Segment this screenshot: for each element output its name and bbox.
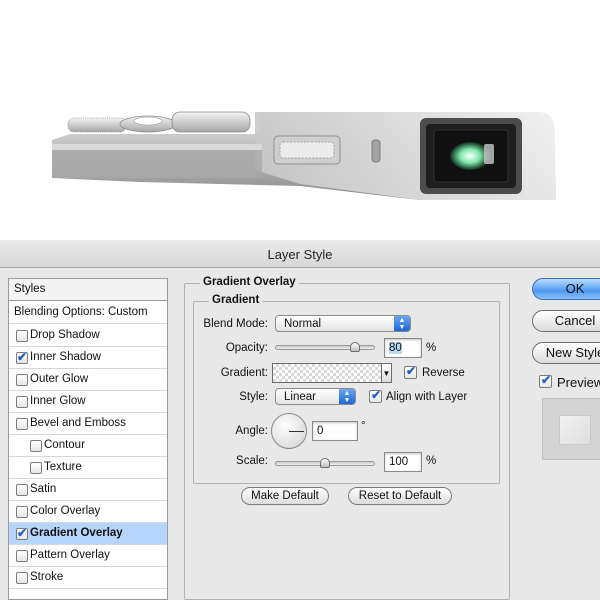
angle-field[interactable]: 0 — [312, 421, 358, 441]
style-preview-box — [542, 398, 600, 460]
color-overlay-checkbox[interactable] — [16, 506, 28, 518]
color-overlay-label: Color Overlay — [30, 505, 101, 517]
styles-item-drop-shadow[interactable]: Drop Shadow — [9, 325, 167, 347]
canvas-artwork — [0, 0, 600, 240]
styles-item-outer-glow[interactable]: Outer Glow — [9, 369, 167, 391]
cancel-button[interactable]: Cancel — [532, 310, 600, 332]
gradient-overlay-label: Gradient Overlay — [30, 527, 123, 539]
opacity-unit: % — [426, 342, 437, 354]
checkmark-icon: ✔ — [17, 350, 28, 364]
styles-item-gradient-overlay[interactable]: ✔ Gradient Overlay — [9, 523, 167, 545]
checkmark-icon: ✔ — [371, 388, 382, 402]
make-default-button[interactable]: Make Default — [241, 487, 329, 505]
styles-item-satin[interactable]: Satin — [9, 479, 167, 501]
gradient-dropdown-icon[interactable]: ▼ — [381, 363, 392, 383]
stroke-checkbox[interactable] — [16, 572, 28, 584]
styles-list: Styles Blending Options: Custom Drop Sha… — [8, 278, 168, 600]
style-label: Style: — [239, 391, 268, 403]
layer-style-dialog: Layer Style Styles Blending Options: Cus… — [0, 240, 600, 600]
bevel-emboss-label: Bevel and Emboss — [30, 417, 126, 429]
styles-item-stroke[interactable]: Stroke — [9, 567, 167, 589]
reset-to-default-button[interactable]: Reset to Default — [348, 487, 452, 505]
preview-checkbox[interactable]: ✔ — [539, 373, 552, 388]
inner-glow-label: Inner Glow — [30, 395, 86, 407]
angle-dial[interactable] — [271, 413, 307, 449]
ok-button[interactable]: OK — [532, 278, 600, 300]
drop-shadow-label: Drop Shadow — [30, 329, 100, 341]
drop-shadow-checkbox[interactable] — [16, 330, 28, 342]
gradient-preview-swatch[interactable] — [272, 363, 382, 383]
checkmark-icon: ✔ — [17, 526, 28, 540]
inner-glow-checkbox[interactable] — [16, 396, 28, 408]
align-with-layer-checkbox[interactable]: ✔ — [369, 388, 382, 403]
gradient-group-title: Gradient — [209, 294, 263, 306]
popup-arrows-icon: ▲ ▼ — [394, 316, 410, 331]
align-with-layer-label: Align with Layer — [386, 391, 468, 403]
style-popup[interactable]: Linear ▲ ▼ — [275, 388, 356, 405]
camera-top-illustration — [52, 111, 556, 200]
scale-value: 100 — [389, 456, 409, 468]
preview-label: Preview — [557, 375, 600, 390]
dialog-title: Layer Style — [267, 247, 333, 262]
dialog-titlebar[interactable]: Layer Style — [0, 240, 600, 268]
angle-unit: ° — [361, 420, 366, 432]
pattern-overlay-label: Pattern Overlay — [30, 549, 110, 561]
texture-label: Texture — [44, 461, 82, 473]
blend-mode-label: Blend Mode: — [203, 318, 268, 330]
style-value: Linear — [284, 391, 316, 403]
styles-item-pattern-overlay[interactable]: Pattern Overlay — [9, 545, 167, 567]
angle-label: Angle: — [235, 425, 268, 437]
styles-header-label: Styles — [14, 283, 46, 295]
blend-mode-value: Normal — [284, 318, 322, 330]
styles-header[interactable]: Styles — [9, 279, 167, 301]
blending-options-label: Blending Options: Custom — [14, 306, 148, 318]
reverse-label: Reverse — [422, 367, 465, 379]
bevel-emboss-checkbox[interactable] — [16, 418, 28, 430]
checkmark-icon: ✔ — [406, 364, 417, 378]
scale-unit: % — [426, 455, 437, 467]
styles-item-blending-options[interactable]: Blending Options: Custom — [9, 302, 167, 324]
inner-shadow-label: Inner Shadow — [30, 351, 101, 363]
satin-label: Satin — [30, 483, 57, 495]
pattern-overlay-checkbox[interactable] — [16, 550, 28, 562]
scale-slider-thumb[interactable] — [320, 458, 330, 468]
angle-value: 0 — [317, 425, 324, 437]
blend-mode-popup[interactable]: Normal ▲ ▼ — [275, 315, 411, 332]
scale-field[interactable]: 100 — [384, 452, 422, 472]
texture-checkbox[interactable] — [30, 462, 42, 474]
styles-item-color-overlay[interactable]: Color Overlay — [9, 501, 167, 523]
scale-label: Scale: — [236, 455, 268, 467]
checkmark-icon: ✔ — [541, 373, 552, 387]
opacity-label: Opacity: — [225, 342, 268, 354]
reverse-checkbox[interactable]: ✔ — [404, 364, 417, 379]
inner-shadow-checkbox[interactable]: ✔ — [16, 350, 28, 364]
opacity-value: 80 — [389, 342, 402, 354]
style-preview-swatch — [559, 415, 591, 445]
outer-glow-label: Outer Glow — [30, 373, 89, 385]
contour-checkbox[interactable] — [30, 440, 42, 452]
opacity-slider-track[interactable] — [275, 345, 375, 350]
gradient-overlay-checkbox[interactable]: ✔ — [16, 526, 28, 540]
contour-label: Contour — [44, 439, 85, 451]
gradient-label: Gradient: — [220, 367, 268, 379]
styles-item-inner-glow[interactable]: Inner Glow — [9, 391, 167, 413]
section-title: Gradient Overlay — [200, 276, 299, 288]
opacity-slider-thumb[interactable] — [350, 342, 360, 352]
angle-dial-needle — [289, 431, 304, 432]
styles-item-texture[interactable]: Texture — [9, 457, 167, 479]
stroke-label: Stroke — [30, 571, 64, 583]
opacity-field[interactable]: 80 — [384, 338, 422, 358]
styles-item-contour[interactable]: Contour — [9, 435, 167, 457]
popup-arrows-icon: ▲ ▼ — [339, 389, 355, 404]
outer-glow-checkbox[interactable] — [16, 374, 28, 386]
styles-item-inner-shadow[interactable]: ✔ Inner Shadow — [9, 347, 167, 369]
satin-checkbox[interactable] — [16, 484, 28, 496]
new-style-button[interactable]: New Style — [532, 342, 600, 364]
styles-item-bevel-emboss[interactable]: Bevel and Emboss — [9, 413, 167, 435]
